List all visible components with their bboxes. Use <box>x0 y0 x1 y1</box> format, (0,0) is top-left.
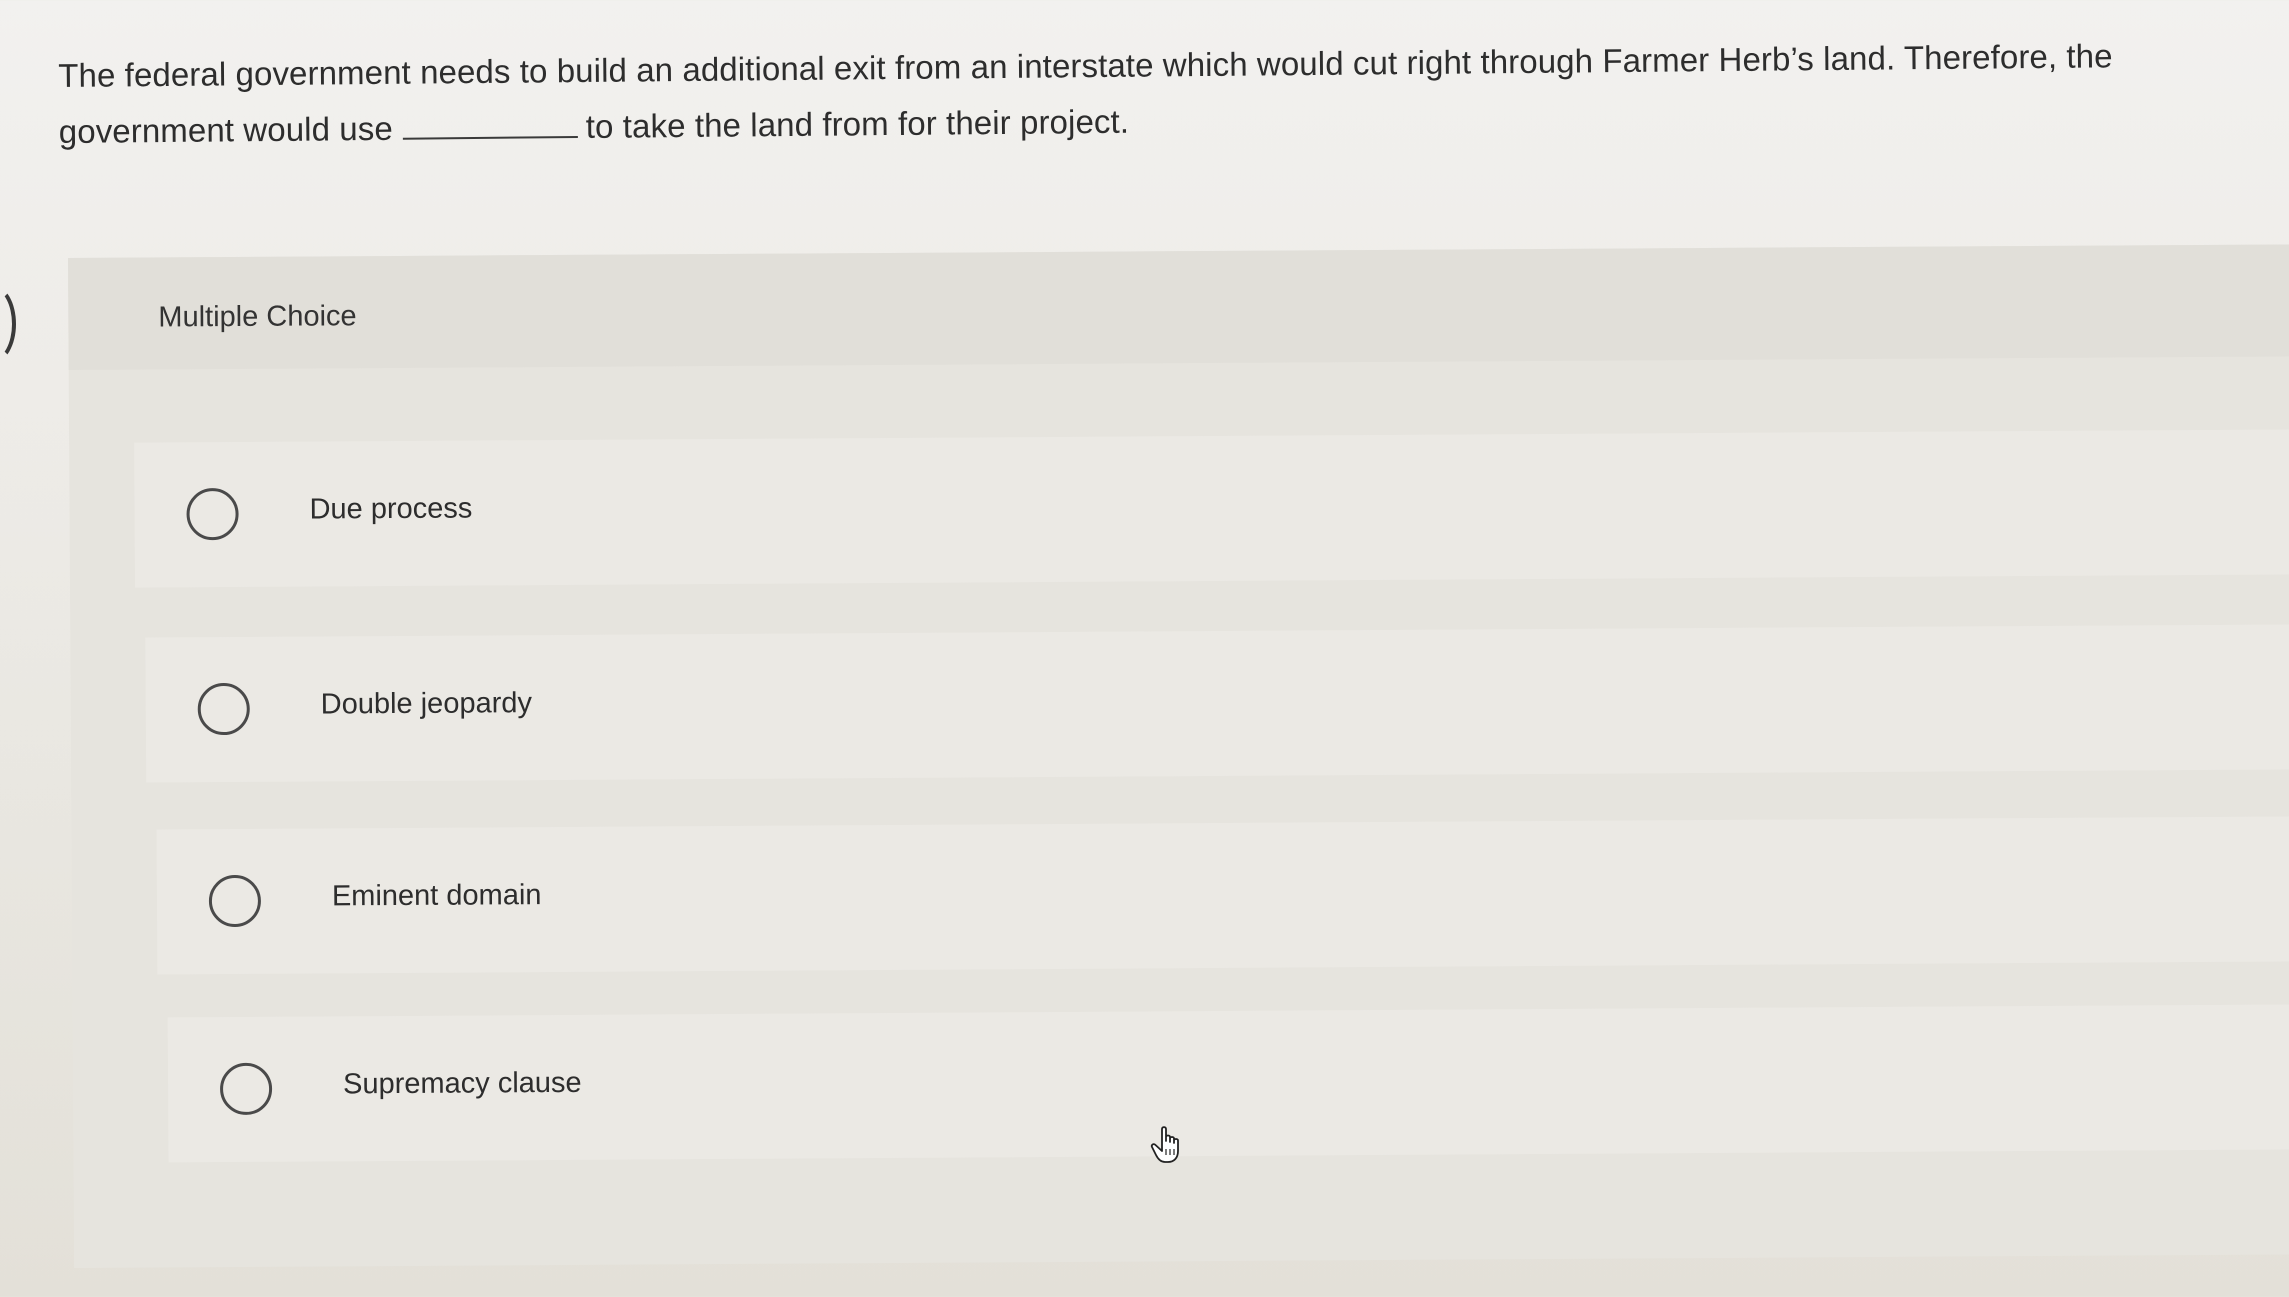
radio-unchecked-icon[interactable] <box>186 487 239 541</box>
option-label: Due process <box>309 492 473 526</box>
radio-unchecked-icon[interactable] <box>197 682 250 736</box>
answer-blank <box>402 114 578 140</box>
option-eminent-domain[interactable]: Eminent domain <box>156 816 2289 975</box>
side-panel-edge <box>0 285 16 363</box>
option-label: Eminent domain <box>331 879 542 913</box>
option-due-process[interactable]: Due process <box>134 429 2289 588</box>
multiple-choice-panel: Multiple Choice Due process Double jeopa… <box>68 244 2289 1268</box>
multiple-choice-title: Multiple Choice <box>158 300 357 334</box>
question-text-after: to take the land from for their project. <box>585 102 1130 145</box>
option-double-jeopardy[interactable]: Double jeopardy <box>145 624 2289 783</box>
option-label: Supremacy clause <box>342 1066 582 1101</box>
hand-pointer-icon <box>1150 1126 1179 1163</box>
option-label: Double jeopardy <box>320 687 533 721</box>
radio-unchecked-icon[interactable] <box>219 1062 273 1116</box>
question-text: The federal government needs to build an… <box>58 27 2239 160</box>
option-supremacy-clause[interactable]: Supremacy clause <box>167 1004 2289 1163</box>
multiple-choice-header: Multiple Choice <box>68 244 2289 370</box>
radio-unchecked-icon[interactable] <box>208 874 262 928</box>
